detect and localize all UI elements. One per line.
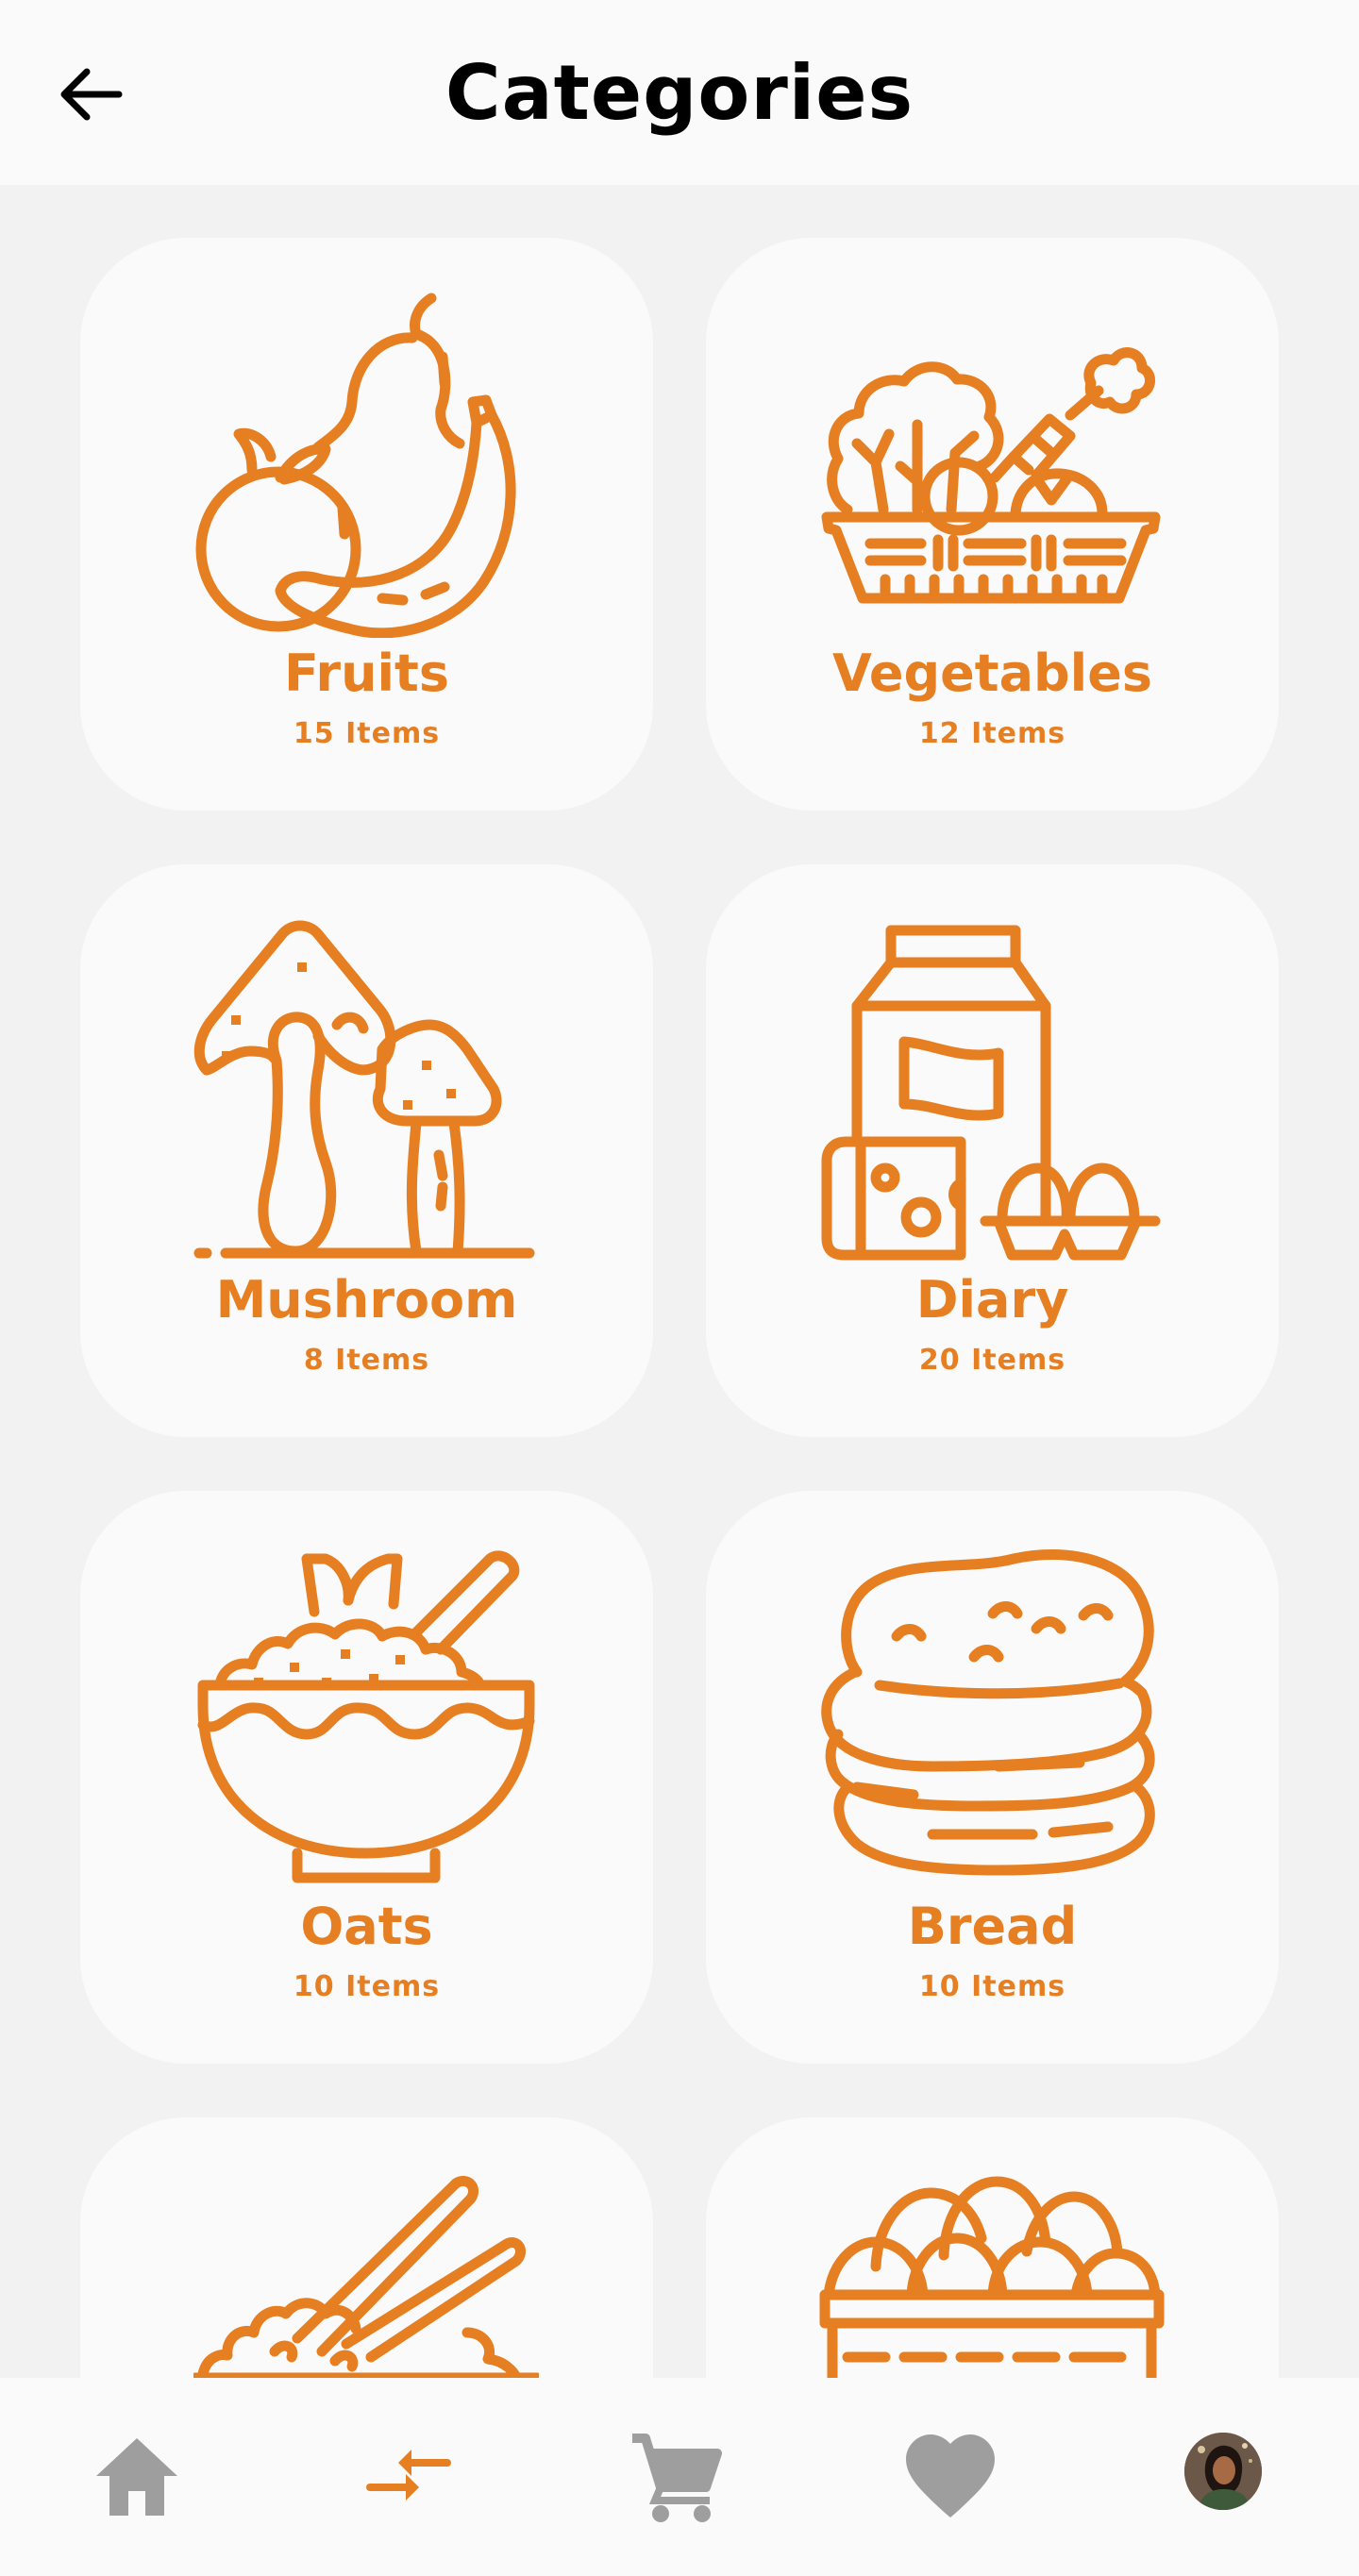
category-card-fruits[interactable]: Fruits 15 Items (80, 238, 653, 811)
exchange-icon[interactable] (357, 2425, 461, 2529)
category-card-vegetables[interactable]: Vegetables 12 Items (706, 238, 1279, 811)
category-count: 8 Items (303, 1344, 430, 1377)
category-card-eggs[interactable] (706, 2117, 1279, 2378)
mushroom-icon (193, 920, 535, 1259)
bread-icon (821, 1549, 1155, 1876)
eggs-icon (819, 2176, 1165, 2378)
dairy-icon (821, 925, 1161, 1261)
category-count: 10 Items (293, 1970, 441, 2003)
category-card-noodles[interactable] (80, 2117, 653, 2378)
category-count: 15 Items (293, 717, 441, 750)
oats-icon (197, 1550, 535, 1883)
category-count: 10 Items (918, 1970, 1066, 2003)
category-name: Mushroom (215, 1270, 518, 1330)
bottom-nav (0, 2378, 1359, 2576)
category-card-oats[interactable]: Oats 10 Items (80, 1491, 653, 2064)
category-name: Vegetables (832, 644, 1152, 703)
page-title: Categories (445, 48, 914, 137)
cart-icon[interactable] (623, 2425, 727, 2529)
vegetables-icon (821, 347, 1161, 604)
home-icon[interactable] (85, 2425, 189, 2529)
category-name: Fruits (284, 644, 449, 703)
category-name: Diary (915, 1270, 1069, 1330)
category-card-diary[interactable]: Diary 20 Items (706, 864, 1279, 1437)
noodles-icon (193, 2175, 539, 2378)
category-name: Oats (300, 1897, 433, 1956)
category-card-mushroom[interactable]: Mushroom 8 Items (80, 864, 653, 1437)
category-count: 12 Items (918, 717, 1066, 750)
category-card-bread[interactable]: Bread 10 Items (706, 1491, 1279, 2064)
fruits-icon (195, 293, 516, 638)
category-grid: Fruits 15 Items Vegetables 12 Items Mush… (0, 185, 1359, 2378)
category-name: Bread (907, 1897, 1078, 1956)
category-count: 20 Items (918, 1344, 1066, 1377)
profile-avatar[interactable] (1184, 2433, 1262, 2510)
app-header: Categories (0, 0, 1359, 185)
heart-icon[interactable] (898, 2425, 1002, 2529)
